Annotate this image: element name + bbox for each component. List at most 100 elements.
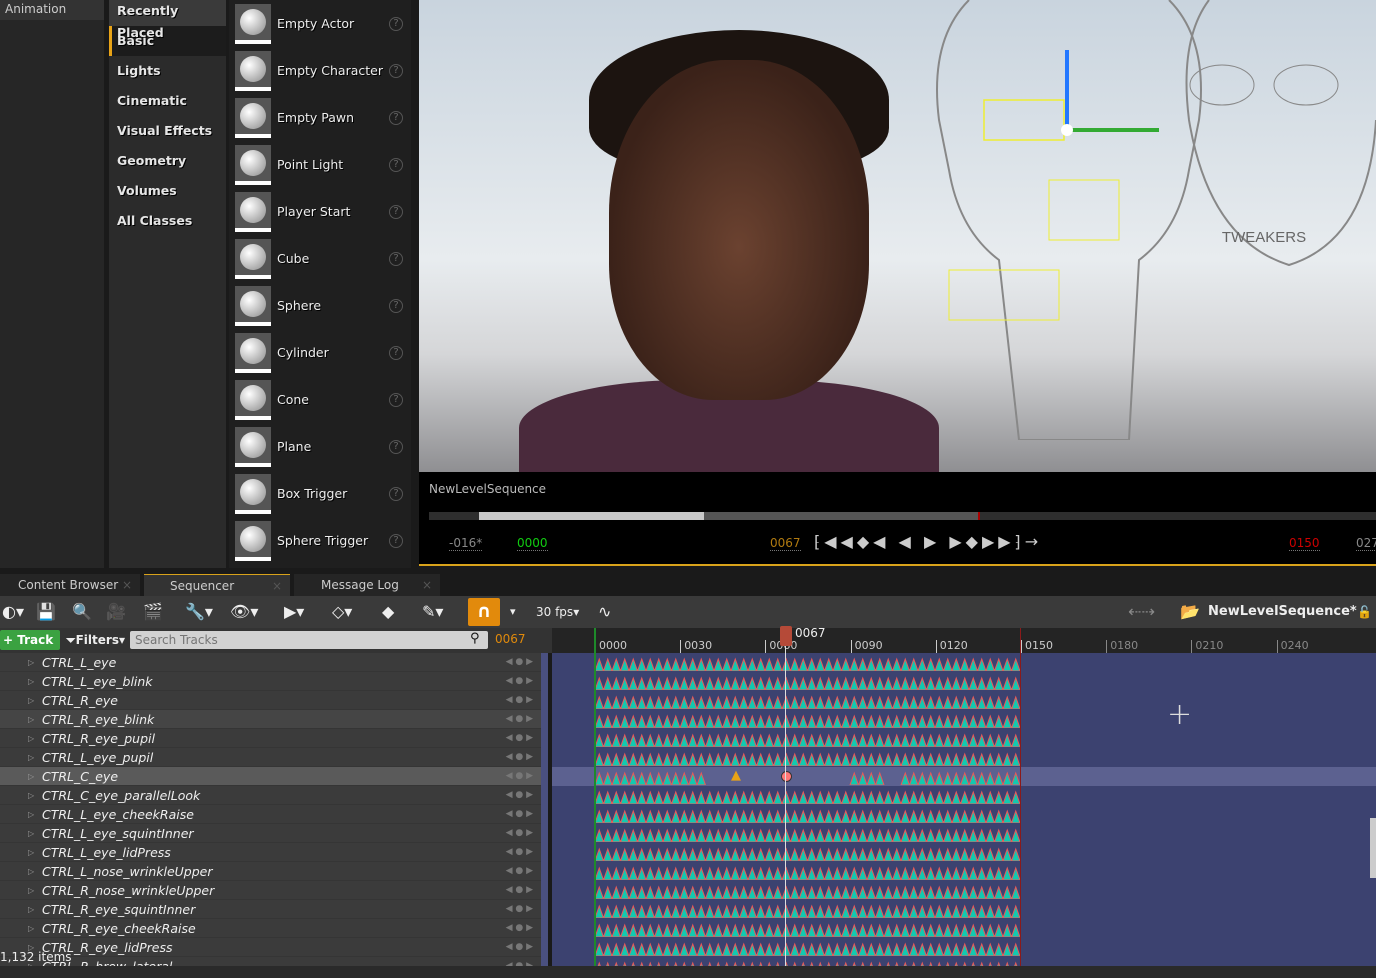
view-end-frame[interactable]: 027: [1356, 536, 1376, 551]
search-icon[interactable]: 🔍: [72, 600, 92, 624]
track-row[interactable]: ▷ CTRL_C_eye ◀ ● ▶: [0, 767, 541, 786]
key-navigation-icon[interactable]: ◀ ● ▶: [506, 691, 533, 710]
keyframe-track[interactable]: [595, 712, 1021, 728]
track-list-scrollbar[interactable]: [541, 653, 548, 966]
chevron-down-icon[interactable]: ▾: [510, 600, 516, 624]
wrench-icon[interactable]: 🔧▾: [185, 600, 213, 624]
place-item[interactable]: Empty Actor?: [229, 0, 411, 47]
help-icon[interactable]: ?: [389, 298, 403, 313]
track-row[interactable]: ▷ CTRL_L_nose_wrinkleUpper ◀ ● ▶: [0, 862, 541, 881]
key-navigation-icon[interactable]: ◀ ● ▶: [506, 919, 533, 938]
place-item[interactable]: Sphere Trigger?: [229, 517, 411, 564]
keyframe-track[interactable]: [595, 921, 1021, 937]
snap-magnet-button[interactable]: ∩: [468, 598, 500, 626]
start-frame[interactable]: 0000: [517, 536, 548, 551]
key-icon[interactable]: ◇▾: [332, 600, 352, 624]
tab-message-log[interactable]: Message Log ×: [294, 574, 440, 596]
help-icon[interactable]: ?: [389, 392, 403, 407]
place-item[interactable]: Point Light?: [229, 141, 411, 188]
key-navigation-icon[interactable]: ◀ ● ▶: [506, 843, 533, 862]
current-frame-field[interactable]: 0067: [495, 632, 526, 646]
help-icon[interactable]: ?: [389, 439, 403, 454]
keyframe-track[interactable]: [595, 655, 1021, 671]
playback-start-marker[interactable]: [594, 628, 596, 968]
place-item[interactable]: Plane?: [229, 423, 411, 470]
place-item[interactable]: Cube?: [229, 235, 411, 282]
category-volumes[interactable]: Volumes: [109, 176, 226, 206]
keyframe-track[interactable]: [595, 731, 1021, 747]
category-recently-placed[interactable]: Recently Placed: [109, 0, 226, 40]
view-start-frame[interactable]: -016*: [449, 536, 483, 551]
lock-icon[interactable]: 🔓: [1357, 600, 1372, 624]
keyframe-marker[interactable]: [781, 771, 792, 782]
world-icon[interactable]: ◐▾: [2, 600, 24, 624]
eye-icon[interactable]: 👁▾: [230, 600, 258, 624]
keyframe-track[interactable]: [595, 750, 1021, 766]
help-icon[interactable]: ?: [389, 251, 403, 266]
place-item[interactable]: Empty Character?: [229, 47, 411, 94]
level-viewport[interactable]: TWEAKERS: [419, 0, 1376, 472]
place-item[interactable]: Empty Pawn?: [229, 94, 411, 141]
help-icon[interactable]: ?: [389, 110, 403, 125]
key-navigation-icon[interactable]: ◀ ● ▶: [506, 938, 533, 957]
keyframe-track[interactable]: [595, 864, 1021, 880]
expand-arrow-icon[interactable]: ▷: [28, 805, 34, 824]
key-navigation-icon[interactable]: ◀ ● ▶: [506, 748, 533, 767]
close-icon[interactable]: ×: [122, 574, 132, 596]
search-icon[interactable]: ⚲: [470, 631, 480, 646]
category-geometry[interactable]: Geometry: [109, 146, 226, 176]
help-icon[interactable]: ?: [389, 63, 403, 78]
render-icon[interactable]: 🎬: [143, 600, 163, 624]
add-track-button[interactable]: + Track ▾: [0, 630, 60, 667]
playback-end-marker[interactable]: [1020, 628, 1021, 968]
help-icon[interactable]: ?: [389, 533, 403, 548]
transport-controls[interactable]: ⁅◀◀◆◀ ◀ ▶ ▶◆▶▶⁆→: [814, 532, 1042, 551]
key-navigation-icon[interactable]: ◀ ● ▶: [506, 881, 533, 900]
camera-icon[interactable]: 🎥: [106, 600, 126, 624]
expand-arrow-icon[interactable]: ▷: [28, 881, 34, 900]
expand-arrow-icon[interactable]: ▷: [28, 862, 34, 881]
key-navigation-icon[interactable]: ◀ ● ▶: [506, 824, 533, 843]
close-icon[interactable]: ×: [272, 575, 282, 597]
track-row[interactable]: ▷ CTRL_L_eye ◀ ● ▶: [0, 653, 541, 672]
expand-arrow-icon[interactable]: ▷: [28, 672, 34, 691]
key-navigation-icon[interactable]: ◀ ● ▶: [506, 786, 533, 805]
keyframe-track[interactable]: [595, 883, 1021, 899]
current-frame[interactable]: 0067: [770, 536, 801, 551]
category-basic[interactable]: Basic: [109, 26, 226, 56]
save-icon[interactable]: 💾: [36, 600, 56, 624]
track-row[interactable]: ▷ CTRL_R_eye_lidPress ◀ ● ▶: [0, 938, 541, 957]
sequence-breadcrumb[interactable]: NewLevelSequence*: [1208, 600, 1357, 624]
track-row[interactable]: ▷ CTRL_L_eye_pupil ◀ ● ▶: [0, 748, 541, 767]
close-icon[interactable]: ×: [422, 574, 432, 596]
curve-editor-icon[interactable]: ∿: [598, 600, 611, 624]
playhead-line[interactable]: [785, 628, 786, 968]
expand-arrow-icon[interactable]: ▷: [28, 900, 34, 919]
track-row[interactable]: ▷ CTRL_R_nose_wrinkleUpper ◀ ● ▶: [0, 881, 541, 900]
keyframe-track[interactable]: [595, 674, 1021, 690]
expand-arrow-icon[interactable]: ▷: [28, 919, 34, 938]
place-item[interactable]: Cone?: [229, 376, 411, 423]
play-icon[interactable]: ▶▾: [284, 600, 304, 624]
track-row[interactable]: ▷ CTRL_R_eye_squintInner ◀ ● ▶: [0, 900, 541, 919]
nav-arrows-icon[interactable]: ⇠⇢: [1128, 600, 1155, 624]
keyframe-track[interactable]: [595, 807, 1021, 823]
fps-dropdown[interactable]: 30 fps▾: [536, 600, 579, 624]
tab-content-browser[interactable]: Content Browser ×: [0, 574, 140, 596]
timeline-scrollbar[interactable]: [1370, 818, 1376, 878]
keyframe-track[interactable]: [595, 845, 1021, 861]
expand-arrow-icon[interactable]: ▷: [28, 691, 34, 710]
keyframe-area[interactable]: + ▲: [552, 653, 1376, 966]
key-navigation-icon[interactable]: ◀ ● ▶: [506, 957, 533, 966]
keyframe-track[interactable]: [595, 788, 1021, 804]
track-row[interactable]: ▷ CTRL_C_eye_parallelLook ◀ ● ▶: [0, 786, 541, 805]
category-lights[interactable]: Lights: [109, 56, 226, 86]
category-visual-effects[interactable]: Visual Effects: [109, 116, 226, 146]
tab-sequencer[interactable]: Sequencer ×: [144, 574, 290, 596]
track-row[interactable]: ▷ CTRL_R_eye ◀ ● ▶: [0, 691, 541, 710]
key-navigation-icon[interactable]: ◀ ● ▶: [506, 710, 533, 729]
key-tag-icon[interactable]: ◆: [382, 600, 394, 624]
expand-arrow-icon[interactable]: ▷: [28, 653, 34, 672]
expand-arrow-icon[interactable]: ▷: [28, 824, 34, 843]
expand-arrow-icon[interactable]: ▷: [28, 710, 34, 729]
